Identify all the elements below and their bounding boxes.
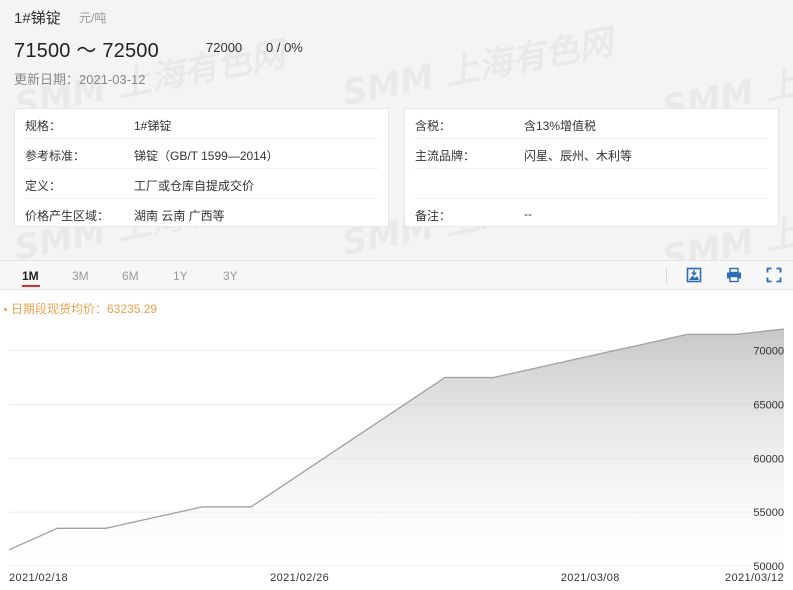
spec-row: 备注： -- xyxy=(415,199,768,228)
spec-key: 含税： xyxy=(415,119,452,133)
spec-row: 价格产生区域： 湖南 云南 广西等 xyxy=(25,199,378,228)
price-chart-panel: 1M 3M 6M 1Y 3Y 日期段现货均价：63235.29 50000 55… xyxy=(0,260,793,590)
y-tick-label: 70000 xyxy=(753,346,784,358)
x-tick-label: 2021/03/08 xyxy=(561,572,620,584)
spec-row: 定义： 工厂或仓库自提成交价 xyxy=(25,169,378,199)
price-area-chart: 5000055000600006500070000 2021/02/18 2021… xyxy=(8,328,785,584)
y-tick-label: 60000 xyxy=(753,453,784,465)
spec-value: -- xyxy=(524,207,532,221)
x-tick-label: 2021/02/18 xyxy=(9,572,68,584)
spec-key: 规格： xyxy=(25,119,62,133)
watermark: SMM 上海有色网 xyxy=(338,14,616,114)
spec-value: 含13%增值税 xyxy=(524,119,597,133)
spec-table-left: 规格： 1#锑锭 参考标准： 锑锭（GB/T 1599—2014） 定义： 工厂或仓库… xyxy=(14,108,389,227)
x-tick-label: 2021/02/26 xyxy=(270,572,329,584)
spec-key: 备注： xyxy=(415,209,452,223)
x-tick-label: 2021/03/12 xyxy=(725,572,784,584)
spec-row: 规格： 1#锑锭 xyxy=(25,109,378,139)
spec-row: 主流品牌： 闪星、辰州、木利等 xyxy=(415,139,768,169)
spec-key: 参考标准： xyxy=(25,149,86,163)
spec-row: 含税： 含13%增值税 xyxy=(415,109,768,139)
price-unit: 元/吨 xyxy=(79,11,107,25)
spec-key: 主流品牌： xyxy=(415,149,476,163)
spec-row xyxy=(415,169,768,199)
price-range: 71500 ～ 72500 xyxy=(14,40,159,62)
price-change: 0 / 0% xyxy=(266,40,303,55)
spec-row: 参考标准： 锑锭（GB/T 1599—2014） xyxy=(25,139,378,169)
spec-key: 价格产生区域： xyxy=(25,209,110,223)
y-tick-label: 55000 xyxy=(753,507,784,519)
spec-value: 锑锭（GB/T 1599—2014） xyxy=(134,149,279,163)
spec-table-right: 含税： 含13%增值税 主流品牌： 闪星、辰州、木利等 备注： -- xyxy=(404,108,779,227)
spec-value: 1#锑锭 xyxy=(134,119,172,133)
spec-value: 工厂或仓库自提成交价 xyxy=(134,179,255,193)
y-tick-label: 65000 xyxy=(753,399,784,411)
average-price: 72000 xyxy=(206,40,243,55)
price-area xyxy=(9,329,784,567)
product-title: 1#锑锭 xyxy=(14,10,61,27)
spec-value: 闪星、辰州、木利等 xyxy=(524,149,633,163)
update-date: 更新日期：2021-03-12 xyxy=(14,72,146,87)
spec-value: 湖南 云南 广西等 xyxy=(134,209,225,223)
spec-key: 定义： xyxy=(25,179,62,193)
